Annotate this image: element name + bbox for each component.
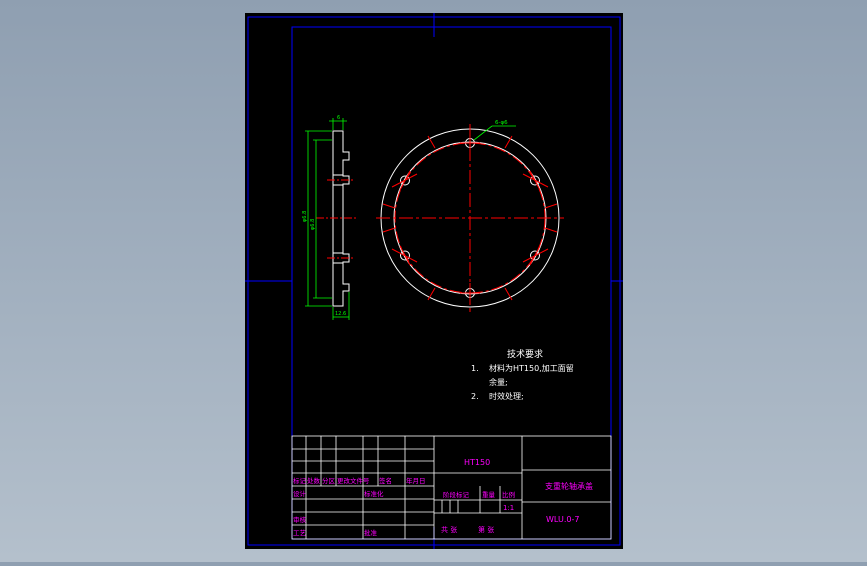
label-sheets-total: 共 张: [441, 525, 457, 534]
label-standardization: 标准化: [364, 489, 384, 498]
header-signature: 签名: [379, 476, 392, 485]
label-design: 设计: [293, 489, 307, 498]
part-name: 支重轮轴承盖: [545, 481, 593, 491]
label-weight: 重量: [482, 491, 496, 499]
scale-value: 1:1: [503, 504, 514, 512]
tech-req-item2-text: 时效处理;: [489, 391, 524, 401]
dim-width-bottom: 12.6: [335, 311, 346, 317]
header-date: 年月日: [406, 476, 426, 485]
drawing-number: WLU.0-7: [546, 515, 579, 524]
label-review: 审核: [293, 515, 307, 524]
material-value: HT150: [464, 458, 490, 467]
header-count: 处数: [307, 476, 321, 485]
hole-callout: 6-φ6: [495, 120, 508, 126]
label-approve: 批准: [364, 528, 378, 537]
label-stage-mark: 阶段标记: [443, 490, 470, 499]
header-mark: 标记: [293, 476, 307, 485]
dim-dia-outer: φ6.8: [302, 211, 308, 222]
dim-width-top: 6: [337, 115, 340, 121]
tech-req-title: 技术要求: [507, 348, 543, 360]
label-process: 工艺: [293, 529, 307, 537]
tech-req-item1-num: 1.: [471, 364, 479, 373]
tech-req-item1-line1: 材料为HT150,加工面留: [489, 363, 574, 373]
header-change-doc: 更改文件号: [337, 476, 370, 485]
cad-viewport[interactable]: 6 φ6.8 φ6.8 12.6 6-φ6 技术要求 1. 材料为HT150,加…: [0, 0, 867, 566]
label-sheet-no: 第 张: [478, 525, 494, 534]
header-zone: 分区: [322, 476, 336, 485]
tech-req-item1-line2: 余量;: [489, 377, 508, 387]
dim-dia-inner: φ6.8: [310, 219, 316, 230]
tech-req-item2-num: 2.: [471, 392, 479, 401]
label-scale: 比例: [502, 490, 515, 499]
